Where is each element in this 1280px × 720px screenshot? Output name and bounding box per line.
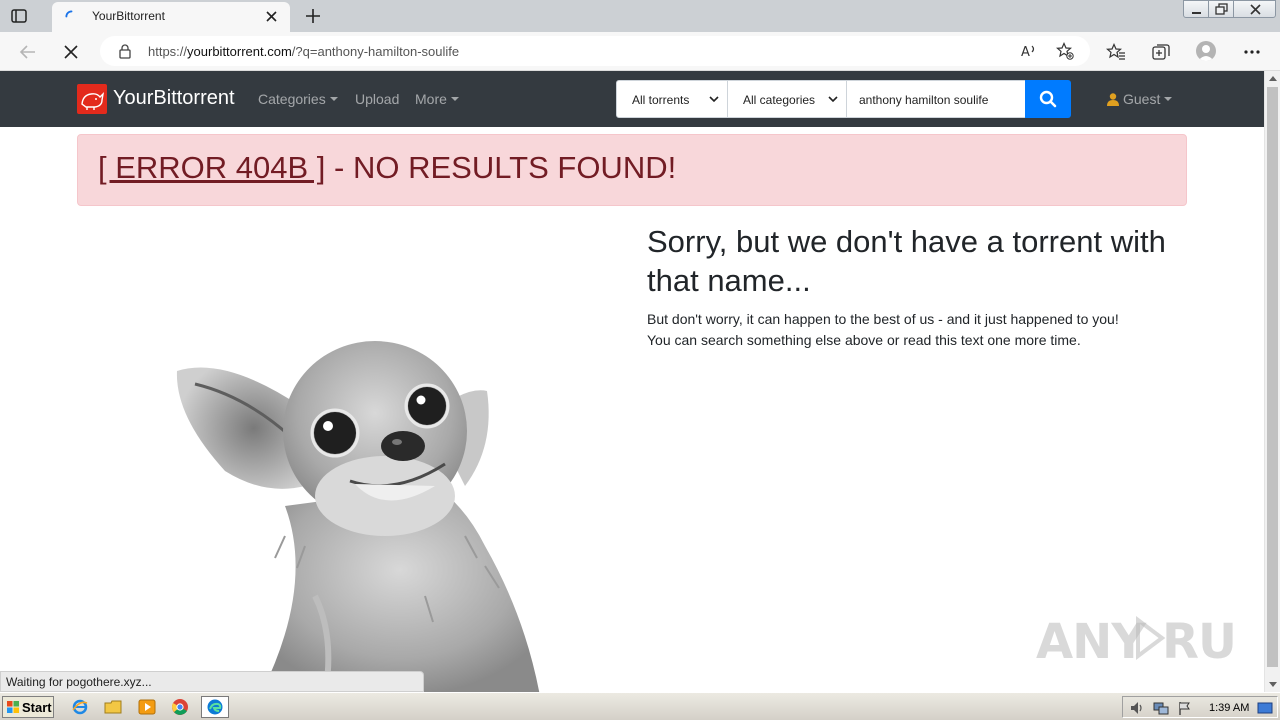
add-favorite-icon[interactable]	[1056, 42, 1074, 60]
read-aloud-icon[interactable]: A	[1020, 42, 1038, 60]
media-player-icon[interactable]	[138, 698, 156, 716]
chevron-down-icon	[828, 96, 838, 103]
torrent-type-value: All torrents	[632, 93, 690, 107]
alert-rest-text: - NO RESULTS FOUND!	[325, 150, 677, 185]
scrollbar-thumb[interactable]	[1267, 87, 1278, 667]
anyrun-watermark: ANY RUN	[1036, 606, 1264, 679]
minimize-button[interactable]	[1183, 0, 1209, 18]
user-label: Guest	[1123, 91, 1161, 107]
chevron-down-icon	[450, 97, 459, 101]
clock[interactable]: 1:39 AM	[1209, 702, 1249, 714]
chihuahua-image	[176, 341, 540, 692]
alert-message: [ ERROR 404B ] - NO RESULTS FOUND!	[98, 150, 676, 186]
status-text: Waiting for pogothere.xyz...	[6, 675, 152, 689]
volume-icon[interactable]	[1129, 700, 1145, 716]
paragraph-line-2: You can search something else above or r…	[647, 332, 1081, 348]
anyrun-logo-icon: ANY RUN	[1036, 614, 1264, 670]
category-select[interactable]: All categories	[727, 80, 847, 118]
address-bar[interactable]: https://yourbittorrent.com/?q=anthony-ha…	[100, 36, 1090, 66]
explorer-icon[interactable]	[104, 698, 122, 716]
search-button[interactable]	[1025, 80, 1071, 118]
new-tab-icon[interactable]	[304, 7, 322, 25]
loading-spinner-icon	[65, 10, 73, 18]
torrent-type-select[interactable]: All torrents	[616, 80, 728, 118]
browser-toolbar: https://yourbittorrent.com/?q=anthony-ha…	[0, 32, 1280, 71]
paragraph-line-1: But don't worry, it can happen to the be…	[647, 311, 1119, 327]
page-viewport: YourBittorrent Categories Upload More Al…	[0, 71, 1264, 692]
tab-actions-icon[interactable]	[10, 7, 28, 25]
browser-tab[interactable]: YourBittorrent	[52, 2, 290, 32]
favorites-icon[interactable]	[1106, 42, 1126, 62]
action-center-flag-icon[interactable]	[1177, 700, 1193, 716]
show-desktop-icon[interactable]	[1257, 700, 1273, 716]
error-alert: [ ERROR 404B ] - NO RESULTS FOUND!	[77, 134, 1187, 206]
search-input[interactable]: anthony hamilton soulife	[846, 80, 1026, 118]
restore-icon	[1215, 3, 1228, 15]
chevron-down-icon	[329, 97, 338, 101]
windows-flag-icon	[7, 701, 19, 713]
scroll-down-icon[interactable]	[1269, 682, 1277, 687]
nav-upload-label: Upload	[355, 91, 400, 107]
browser-tab-bar: YourBittorrent	[0, 0, 1280, 32]
profile-silhouette-icon	[1198, 45, 1214, 61]
network-icon[interactable]	[1153, 700, 1169, 716]
user-icon	[1107, 93, 1119, 106]
stop-loading-icon[interactable]	[61, 42, 81, 62]
close-icon[interactable]	[265, 10, 278, 23]
back-icon[interactable]	[18, 42, 38, 62]
nav-categories-label: Categories	[258, 91, 326, 107]
window-close-button[interactable]	[1233, 0, 1276, 18]
url-prefix: https://	[148, 44, 188, 59]
error-code-link[interactable]: [ ERROR 404B ]	[98, 150, 325, 185]
start-label: Start	[22, 700, 52, 715]
brand-logo-icon[interactable]	[77, 84, 107, 114]
rhino-logo-icon	[81, 91, 105, 110]
edge-icon	[207, 699, 223, 715]
edge-taskbar-button[interactable]	[201, 696, 229, 718]
search-query-text: anthony hamilton soulife	[859, 93, 989, 107]
browser-status-bar: Waiting for pogothere.xyz...	[0, 671, 424, 692]
system-tray: 1:39 AM	[1122, 696, 1278, 718]
category-value: All categories	[743, 93, 816, 107]
svg-text:RUN: RUN	[1162, 614, 1236, 668]
nav-categories-dropdown[interactable]: Categories	[258, 91, 338, 107]
profile-icon[interactable]	[1196, 41, 1216, 61]
search-icon	[1039, 90, 1057, 108]
restore-button[interactable]	[1208, 0, 1234, 18]
url-domain: yourbittorrent.com	[187, 44, 292, 59]
lock-icon[interactable]	[118, 43, 132, 59]
svg-text:ANY: ANY	[1036, 614, 1147, 668]
page-paragraph: But don't worry, it can happen to the be…	[647, 309, 1119, 351]
chevron-down-icon	[709, 96, 719, 103]
ie-icon[interactable]	[71, 698, 89, 716]
more-options-icon[interactable]	[1242, 42, 1262, 62]
nav-more-label: More	[415, 91, 447, 107]
tab-title: YourBittorrent	[92, 9, 165, 23]
url-path: /?q=anthony-hamilton-soulife	[291, 44, 460, 59]
chrome-icon[interactable]	[171, 698, 189, 716]
minimize-icon	[1192, 12, 1201, 14]
url-text[interactable]: https://yourbittorrent.com/?q=anthony-ha…	[148, 44, 459, 59]
collections-icon[interactable]	[1151, 42, 1171, 62]
chevron-down-icon	[1164, 97, 1173, 101]
start-button[interactable]: Start	[2, 696, 54, 718]
window-close-icon	[1250, 4, 1261, 15]
site-navbar: YourBittorrent Categories Upload More Al…	[0, 71, 1264, 127]
nav-upload-link[interactable]: Upload	[355, 91, 399, 107]
vertical-scrollbar[interactable]	[1264, 71, 1280, 692]
svg-text:A: A	[1021, 45, 1030, 60]
scroll-up-icon[interactable]	[1269, 76, 1277, 81]
user-menu-dropdown[interactable]: Guest	[1106, 91, 1173, 107]
nav-more-dropdown[interactable]: More	[415, 91, 459, 107]
windows-taskbar: Start 1:39 AM	[0, 692, 1280, 720]
page-heading: Sorry, but we don't have a torrent with …	[647, 224, 1166, 298]
brand-name[interactable]: YourBittorrent	[113, 87, 235, 110]
